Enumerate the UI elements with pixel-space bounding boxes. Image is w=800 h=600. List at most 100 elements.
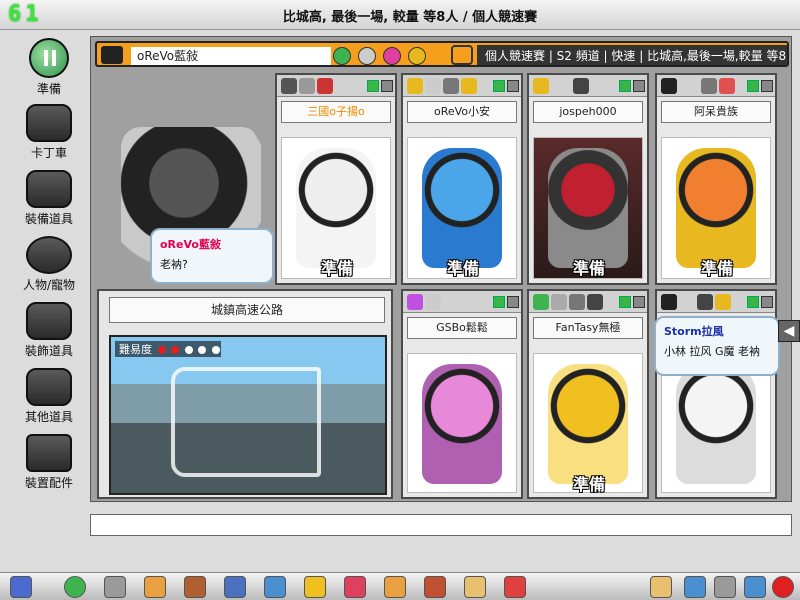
note-icon[interactable] — [504, 576, 526, 598]
shield-dark-icon — [587, 294, 603, 310]
player-slot[interactable]: oReVo小安 準備 — [401, 73, 523, 285]
sidebar-item-ready[interactable]: 準備 — [10, 36, 88, 96]
slot-header — [657, 75, 775, 97]
kart-icon[interactable] — [464, 576, 486, 598]
orb-badge-icon — [383, 46, 402, 65]
shield-icon — [443, 78, 459, 94]
ready-toggle-button[interactable] — [747, 296, 759, 308]
player-name: FanTasy無極 — [533, 317, 643, 339]
track-preview: 難易度 — [109, 335, 387, 495]
star-badge-icon — [333, 46, 351, 65]
kick-button[interactable] — [507, 296, 519, 308]
player-slot[interactable]: 阿呆貴族 準備 — [655, 73, 777, 285]
rank-icon — [425, 78, 441, 94]
collapse-arrow-icon[interactable]: ◀ — [778, 320, 800, 342]
trophy-icon — [461, 78, 477, 94]
difficulty-indicator: 難易度 — [115, 341, 221, 357]
kart-character-figure — [676, 148, 756, 268]
tool-icon[interactable] — [344, 576, 366, 598]
sidebar-item-items[interactable]: 其他道具 — [10, 366, 88, 426]
track-panel: 城鎮高速公路 難易度 — [97, 289, 393, 499]
sidebar-item-label: 人物/寵物 — [22, 278, 76, 292]
ready-toggle-button[interactable] — [619, 80, 631, 92]
sidebar-item-kart[interactable]: 卡丁車 — [10, 102, 88, 162]
track-name[interactable]: 城鎮高速公路 — [109, 297, 385, 323]
sidebar-item-parts[interactable]: 裝置配件 — [10, 432, 88, 492]
bowling-icon[interactable] — [224, 576, 246, 598]
kick-button[interactable] — [761, 80, 773, 92]
tools-icon[interactable] — [714, 576, 736, 598]
back-icon[interactable] — [64, 576, 86, 598]
wrench-icon[interactable] — [684, 576, 706, 598]
glove-icon — [533, 78, 549, 94]
kick-button[interactable] — [381, 80, 393, 92]
home-icon[interactable] — [10, 576, 32, 598]
ready-toggle-button[interactable] — [747, 80, 759, 92]
track-minimap — [171, 367, 321, 477]
medal-icon — [719, 78, 735, 94]
decoration-icon — [26, 302, 72, 340]
owner-avatar-icon — [101, 46, 123, 64]
book-icon[interactable] — [424, 576, 446, 598]
equipment-icon — [26, 170, 72, 208]
self-chat-bubble: oReVo藍敍 老衲? — [150, 228, 274, 284]
bubble-player-name: Storm拉風 — [664, 325, 724, 338]
ready-label: 準備 — [446, 259, 479, 278]
chat-input[interactable] — [90, 514, 792, 536]
player-name: 三國o子揚o — [281, 101, 391, 123]
star-icon — [407, 294, 423, 310]
player-slot[interactable]: GSBo鬆鬆 — [401, 289, 523, 499]
sidebar-item-equipment[interactable]: 裝備道具 — [10, 168, 88, 228]
bottom-taskbar — [0, 572, 800, 600]
ready-toggle-button[interactable] — [493, 80, 505, 92]
glove-icon — [661, 294, 677, 310]
player-slot[interactable]: 三國o子揚o 準備 — [275, 73, 397, 285]
box-icon[interactable] — [184, 576, 206, 598]
parts-icon — [26, 434, 72, 472]
shield-icon — [569, 294, 585, 310]
ready-toggle-button[interactable] — [619, 296, 631, 308]
star-icon — [661, 78, 677, 94]
character-icon[interactable] — [144, 576, 166, 598]
heart-icon[interactable] — [304, 576, 326, 598]
mode-hex-icon — [451, 45, 473, 65]
sidebar-item-label: 裝置配件 — [24, 476, 73, 490]
sidebar-item-label: 卡丁車 — [30, 146, 67, 160]
kick-button[interactable] — [507, 80, 519, 92]
difficulty-dot-empty — [211, 346, 220, 354]
shop-icon[interactable] — [104, 576, 126, 598]
ready-toggle-button[interactable] — [493, 296, 505, 308]
player-name: GSBo鬆鬆 — [407, 317, 517, 339]
power-icon[interactable] — [772, 576, 794, 598]
room-info-text: 個人競速賽 | S2 頻道 | 快速 | 比城高,最後一場,較量 等8人 — [477, 45, 787, 65]
ready-label: 準備 — [320, 259, 353, 278]
game-window: 61 比城高, 最後一場, 較量 等8人 / 個人競速賽 準備 卡丁車 裝備道具… — [0, 0, 800, 600]
slot-header — [529, 291, 647, 313]
player-slot[interactable]: FanTasy無極 準備 — [527, 289, 649, 499]
shield-icon — [701, 78, 717, 94]
slot-header — [403, 291, 521, 313]
sidebar-item-decoration[interactable]: 裝飾道具 — [10, 300, 88, 360]
kick-button[interactable] — [633, 296, 645, 308]
difficulty-dot-filled — [157, 346, 166, 354]
kick-button[interactable] — [633, 80, 645, 92]
ready-label: 準備 — [572, 475, 605, 494]
difficulty-dot-filled — [171, 346, 179, 354]
glove-icon — [407, 78, 423, 94]
slot-header — [403, 75, 521, 97]
difficulty-dot-empty — [184, 346, 193, 354]
glove-icon — [533, 294, 549, 310]
kick-button[interactable] — [761, 296, 773, 308]
player-slot[interactable]: jospeh000 準備 — [527, 73, 649, 285]
ready-toggle-button[interactable] — [367, 80, 379, 92]
mail-icon[interactable] — [384, 576, 406, 598]
settings-icon[interactable] — [650, 576, 672, 598]
sidebar-item-character[interactable]: 人物/寵物 — [10, 234, 88, 294]
kart-character-figure — [548, 364, 628, 484]
sidebar: 準備 卡丁車 裝備道具 人物/寵物 裝飾道具 其他道具 裝置配件 — [10, 36, 90, 566]
kart-character-figure — [296, 148, 376, 268]
gift-icon[interactable] — [264, 576, 286, 598]
window-title: 比城高, 最後一場, 較量 等8人 / 個人競速賽 — [282, 10, 538, 25]
search-icon[interactable] — [744, 576, 766, 598]
kart-character-figure — [548, 148, 628, 268]
